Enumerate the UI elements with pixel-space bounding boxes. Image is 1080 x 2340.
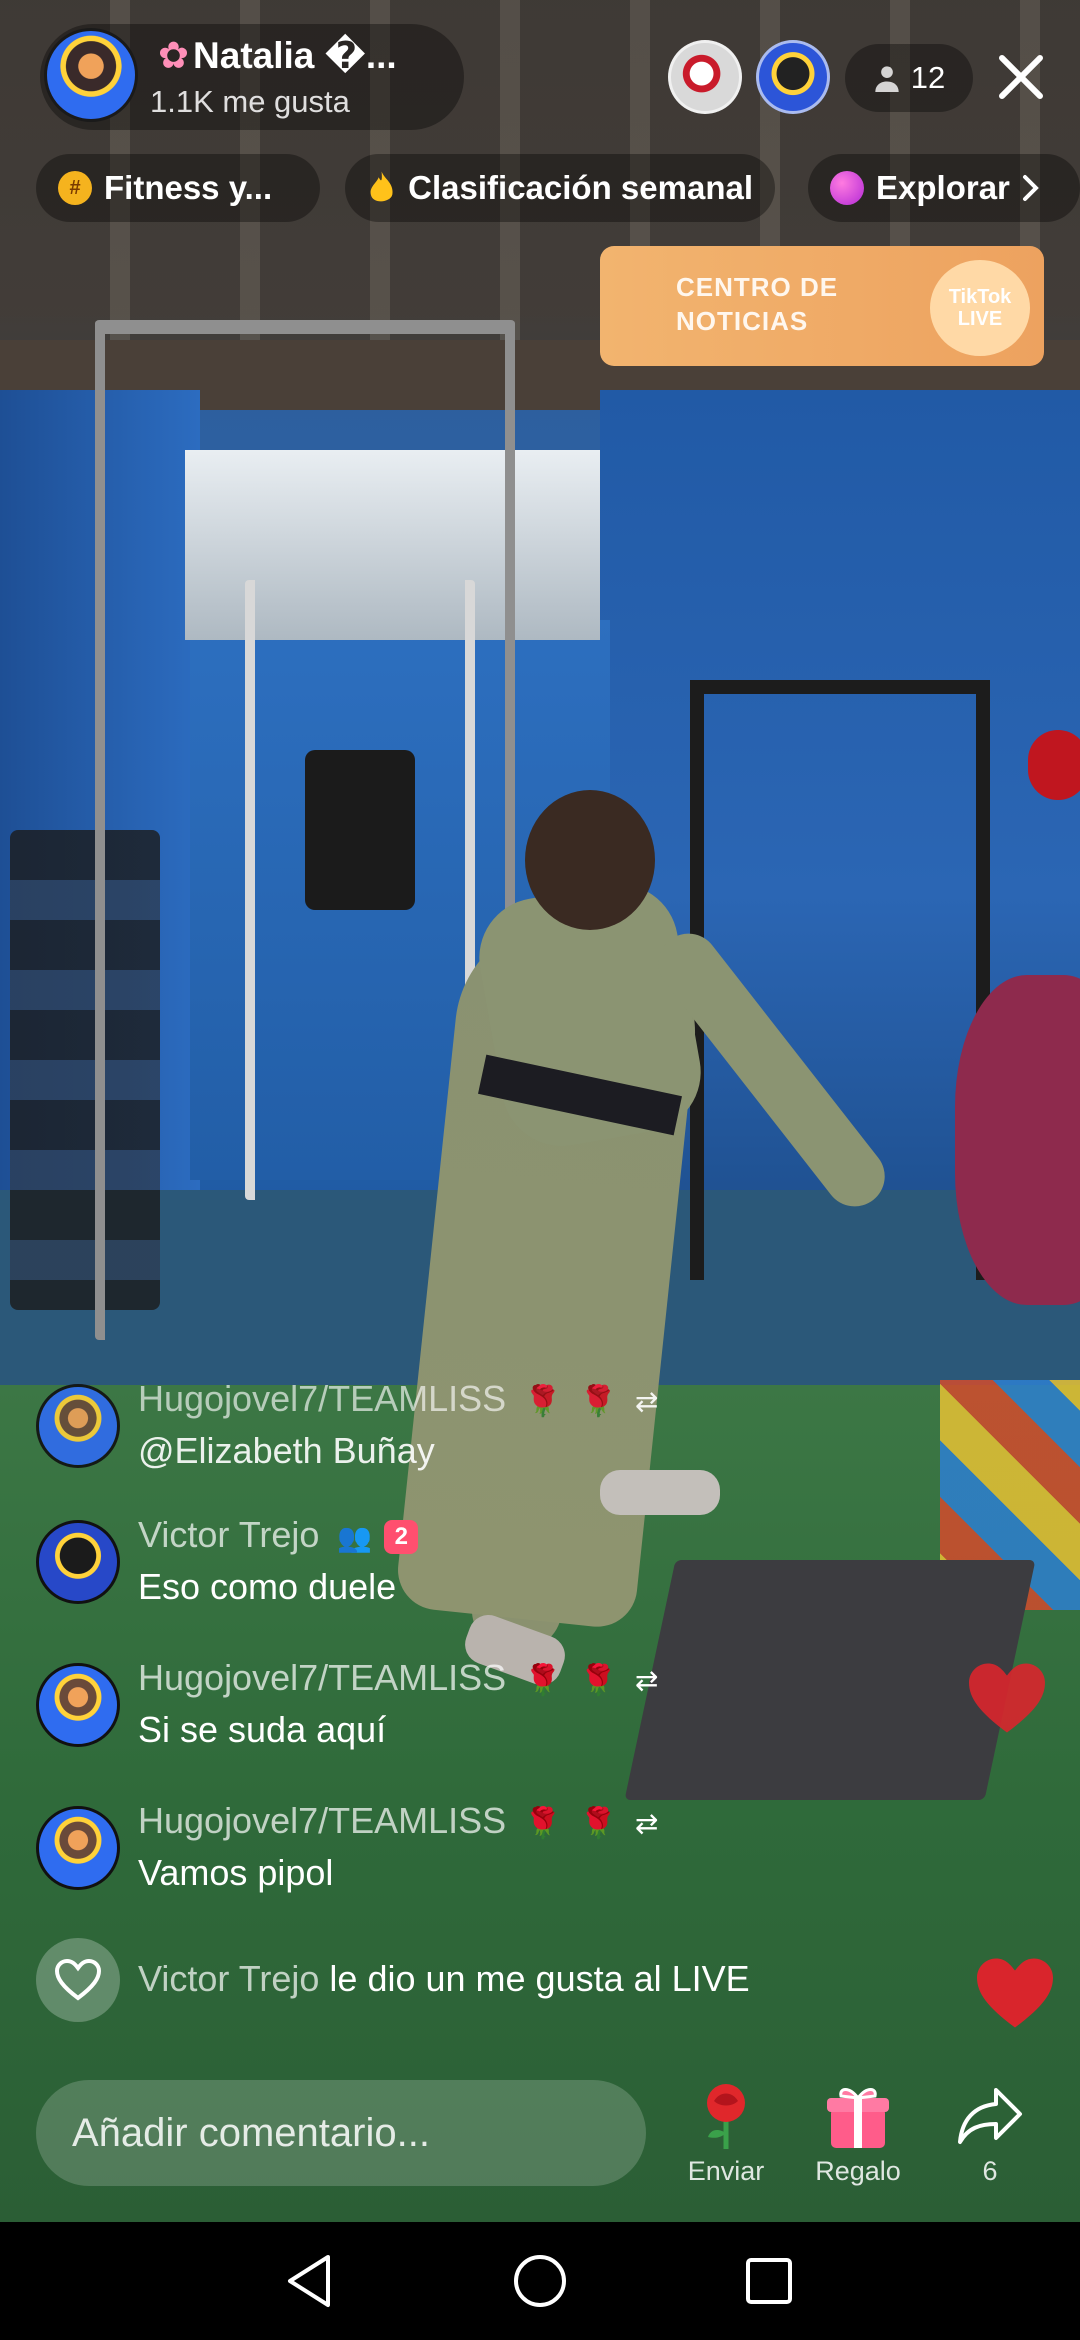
gift-icon bbox=[798, 2080, 918, 2152]
exercise-wheel bbox=[955, 975, 1080, 1305]
heart-outline-icon bbox=[54, 1958, 102, 2001]
like-event-user[interactable]: Victor Trejo bbox=[138, 1958, 319, 1999]
flower-icon: ✿ bbox=[158, 35, 190, 76]
recents-button[interactable] bbox=[734, 2246, 804, 2316]
chat-comment[interactable]: Hugojovel7/TEAMLISS 🌹 🌹 ⇄ Si se suda aquí bbox=[36, 1657, 956, 1783]
share-arrow-icon bbox=[930, 2080, 1050, 2152]
like-event-text: Victor Trejo le dio un me gusta al LIVE bbox=[138, 1958, 750, 2000]
commenter-name-text: Hugojovel7/TEAMLISS bbox=[138, 1657, 507, 1698]
commenter-name[interactable]: Victor Trejo 👥 2 bbox=[138, 1514, 419, 1556]
follow-icon: ⇄ bbox=[634, 1386, 659, 1417]
commenter-name-text: Hugojovel7/TEAMLISS bbox=[138, 1800, 507, 1841]
floating-heart-icon bbox=[969, 1663, 1045, 1733]
back-button[interactable] bbox=[274, 2246, 344, 2316]
share-button[interactable]: 6 bbox=[930, 2080, 1050, 2192]
follow-icon: ⇄ bbox=[634, 1808, 659, 1839]
host-name[interactable]: ✿ Natalia �... bbox=[158, 34, 397, 77]
home-circle-icon bbox=[514, 2255, 566, 2307]
recents-square-icon bbox=[746, 2258, 792, 2304]
share-count: 6 bbox=[982, 2156, 998, 2186]
like-event: Victor Trejo le dio un me gusta al LIVE bbox=[36, 1938, 996, 2022]
system-navigation-bar bbox=[0, 2222, 1080, 2340]
commenter-avatar[interactable] bbox=[36, 1384, 120, 1468]
like-event-icon-wrap bbox=[36, 1938, 120, 2022]
like-event-message: le dio un me gusta al LIVE bbox=[329, 1958, 750, 1999]
chat-comment[interactable]: Victor Trejo 👥 2 Eso como duele bbox=[36, 1514, 956, 1640]
close-button[interactable] bbox=[990, 46, 1052, 108]
add-comment-input[interactable] bbox=[36, 2080, 646, 2186]
send-label: Enviar bbox=[687, 2156, 765, 2186]
flame-icon bbox=[370, 171, 393, 202]
viewer-count-text: 12 bbox=[910, 60, 946, 95]
chip-fitness[interactable]: # Fitness y... bbox=[36, 154, 320, 222]
chip-weekly-ranking[interactable]: Clasificación semanal bbox=[345, 154, 775, 222]
home-button[interactable] bbox=[505, 2246, 575, 2316]
comment-text: @Elizabeth Buñay bbox=[138, 1430, 435, 1471]
chevron-right-icon bbox=[1022, 175, 1039, 201]
back-triangle-icon bbox=[288, 2255, 330, 2307]
news-line-2: NOTICIAS bbox=[676, 306, 809, 336]
floating-heart-icon bbox=[977, 1958, 1053, 2028]
commenter-name[interactable]: Hugojovel7/TEAMLISS 🌹 🌹 ⇄ bbox=[138, 1657, 658, 1699]
follower-badge-icon: 👥 bbox=[337, 1522, 373, 1553]
decor-heart bbox=[1028, 730, 1080, 800]
rose-icon: 🌹 bbox=[579, 1385, 617, 1418]
rank-badge: 2 bbox=[384, 1520, 419, 1555]
person-icon bbox=[875, 66, 899, 92]
comment-text: Si se suda aquí bbox=[138, 1709, 387, 1750]
tiktok-live-logo: TikTok LIVE bbox=[930, 260, 1030, 356]
commenter-name[interactable]: Hugojovel7/TEAMLISS 🌹 🌹 ⇄ bbox=[138, 1378, 658, 1420]
viewer-count-button[interactable]: 12 bbox=[845, 44, 973, 112]
send-rose-button[interactable]: Enviar bbox=[666, 2080, 786, 2192]
host-likes: 1.1K me gusta bbox=[150, 84, 350, 119]
host-avatar[interactable] bbox=[44, 28, 138, 122]
chip-label: Fitness y... bbox=[104, 169, 273, 206]
rose-icon: 🌹 bbox=[524, 1807, 562, 1840]
commenter-avatar[interactable] bbox=[36, 1663, 120, 1747]
chip-label: Explorar bbox=[876, 169, 1010, 206]
news-line-1: CENTRO DE bbox=[676, 272, 839, 302]
news-center-title: CENTRO DE NOTICIAS bbox=[676, 270, 838, 338]
chat-comment[interactable]: Hugojovel7/TEAMLISS 🌹 🌹 ⇄ Vamos pipol bbox=[36, 1800, 956, 1926]
rose-icon: 🌹 bbox=[524, 1385, 562, 1418]
back-pad bbox=[305, 750, 415, 910]
chat-comment[interactable]: Hugojovel7/TEAMLISS 🌹 🌹 ⇄ @Elizabeth Buñay bbox=[36, 1378, 956, 1504]
commenter-avatar[interactable] bbox=[36, 1520, 120, 1604]
comment-text: Eso como duele bbox=[138, 1566, 397, 1607]
rose-icon: 🌹 bbox=[579, 1664, 617, 1697]
close-icon bbox=[999, 55, 1043, 99]
news-center-banner[interactable]: CENTRO DE NOTICIAS TikTok LIVE bbox=[600, 246, 1044, 366]
comment-text: Vamos pipol bbox=[138, 1852, 334, 1893]
hashtag-icon: # bbox=[58, 171, 92, 205]
planet-icon bbox=[830, 171, 864, 205]
viewer-avatar[interactable] bbox=[756, 40, 830, 114]
rose-icon: 🌹 bbox=[524, 1664, 562, 1697]
rose-icon bbox=[666, 2080, 786, 2152]
gift-button[interactable]: Regalo bbox=[798, 2080, 918, 2192]
logo-line: LIVE bbox=[957, 308, 1003, 330]
commenter-name-text: Hugojovel7/TEAMLISS bbox=[138, 1378, 507, 1419]
viewer-avatar[interactable] bbox=[668, 40, 742, 114]
commenter-avatar[interactable] bbox=[36, 1806, 120, 1890]
person bbox=[525, 790, 655, 930]
chip-label: Clasificación semanal bbox=[408, 169, 753, 206]
gift-label: Regalo bbox=[815, 2156, 901, 2186]
follow-icon: ⇄ bbox=[634, 1665, 659, 1696]
chip-explore[interactable]: Explorar bbox=[808, 154, 1080, 222]
host-name-text: Natalia �... bbox=[193, 35, 397, 76]
commenter-name-text: Victor Trejo bbox=[138, 1514, 320, 1555]
commenter-name[interactable]: Hugojovel7/TEAMLISS 🌹 🌹 ⇄ bbox=[138, 1800, 658, 1842]
logo-line: TikTok bbox=[948, 286, 1012, 308]
rose-icon: 🌹 bbox=[579, 1807, 617, 1840]
